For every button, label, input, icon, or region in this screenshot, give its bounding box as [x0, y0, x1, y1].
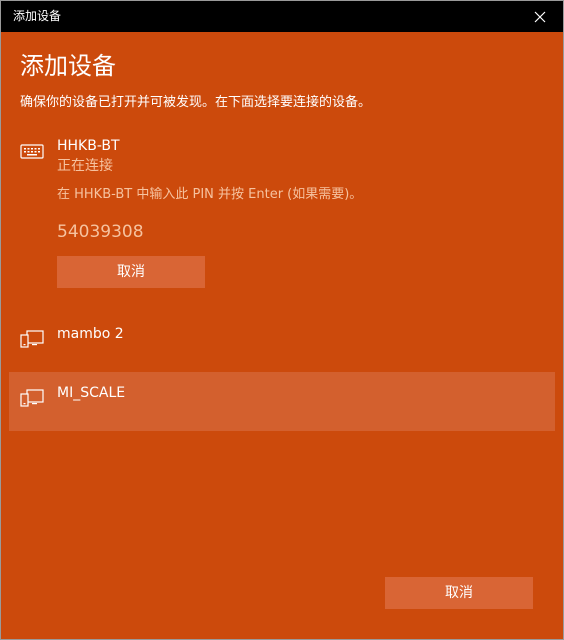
cancel-button[interactable]: 取消	[385, 577, 533, 609]
pin-instruction: 在 HHKB-BT 中输入此 PIN 并按 Enter (如果需要)。	[57, 187, 363, 202]
dialog-subtitle: 确保你的设备已打开并可被发现。在下面选择要连接的设备。	[20, 95, 372, 110]
dialog-content: 添加设备 确保你的设备已打开并可被发现。在下面选择要连接的设备。 HHKB-BT…	[9, 33, 555, 639]
close-icon	[534, 11, 546, 22]
generic-device-icon	[20, 389, 44, 407]
add-device-window: 添加设备 添加设备 确保你的设备已打开并可被发现。在下面选择要连接的设备。 HH…	[0, 0, 564, 640]
window-title: 添加设备	[13, 9, 62, 23]
pin-code: 54039308	[57, 222, 144, 242]
device-cancel-button[interactable]: 取消	[57, 256, 205, 288]
generic-device-icon	[20, 330, 44, 348]
device-item-mambo-2[interactable]: mambo 2	[9, 313, 555, 371]
title-bar: 添加设备	[1, 1, 563, 32]
dialog-heading: 添加设备	[20, 52, 116, 80]
device-name: MI_SCALE	[57, 385, 126, 401]
keyboard-icon	[20, 144, 44, 159]
close-button[interactable]	[517, 1, 563, 32]
device-item-mi-scale[interactable]: MI_SCALE	[9, 372, 555, 431]
device-name: mambo 2	[57, 326, 124, 342]
device-status: 正在连接	[57, 158, 113, 174]
device-item-hhkb-bt[interactable]: HHKB-BT 正在连接 在 HHKB-BT 中输入此 PIN 并按 Enter…	[9, 133, 555, 293]
device-name: HHKB-BT	[57, 138, 120, 154]
